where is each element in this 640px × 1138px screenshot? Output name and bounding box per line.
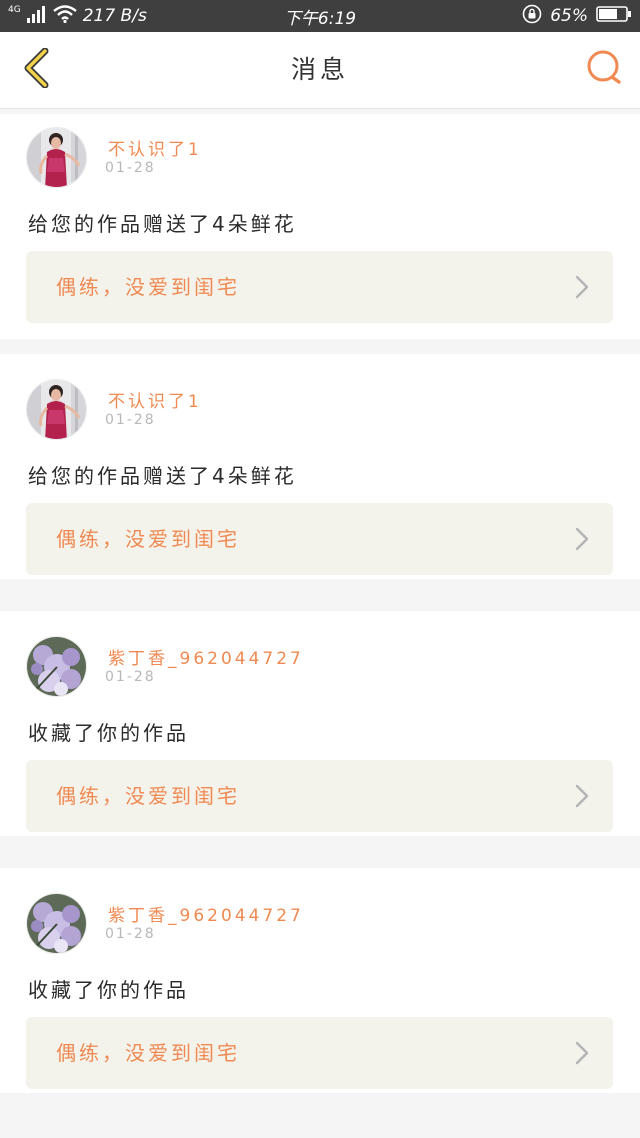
work-title: 偶练，没爱到闺宅 (56, 275, 240, 299)
status-bar: 4G 217 B/s 下午6:19 65% (0, 0, 640, 32)
avatar[interactable] (26, 379, 87, 440)
work-link[interactable]: 偶练，没爱到闺宅 (26, 251, 613, 323)
username[interactable]: 紫丁香_962044727 (108, 901, 304, 926)
work-title: 偶练，没爱到闺宅 (56, 1041, 240, 1065)
network-type: 4G (8, 4, 21, 15)
header: 消息 (0, 32, 640, 109)
notification-message: 给您的作品赠送了4朵鲜花 (28, 464, 297, 488)
qipao-woman-avatar (27, 128, 86, 187)
work-link[interactable]: 偶练，没爱到闺宅 (26, 503, 613, 575)
battery-percent: 65% (550, 6, 588, 26)
lilac-flower-avatar (27, 637, 86, 696)
avatar[interactable] (26, 636, 87, 697)
notification-date: 01-28 (105, 412, 156, 428)
status-left: 4G 217 B/s (8, 0, 147, 32)
notification-date: 01-28 (105, 926, 156, 942)
work-title: 偶练，没爱到闺宅 (56, 527, 240, 551)
chevron-right-icon (575, 275, 589, 299)
username[interactable]: 不认识了1 (108, 387, 202, 412)
search-button[interactable] (580, 46, 628, 94)
lilac-flower-avatar (27, 894, 86, 953)
rotation-lock-icon (522, 4, 542, 29)
notification-card: 紫丁香_962044727 01-28 收藏了你的作品 偶练，没爱到闺宅 (0, 868, 640, 1093)
avatar[interactable] (26, 127, 87, 188)
chevron-right-icon (575, 527, 589, 551)
signal-icon (26, 5, 47, 28)
chevron-right-icon (575, 784, 589, 808)
notification-card: 紫丁香_962044727 01-28 收藏了你的作品 偶练，没爱到闺宅 (0, 611, 640, 836)
notification-message: 给您的作品赠送了4朵鲜花 (28, 212, 297, 236)
username[interactable]: 紫丁香_962044727 (108, 644, 304, 669)
work-link[interactable]: 偶练，没爱到闺宅 (26, 760, 613, 832)
battery-icon (596, 5, 632, 28)
notification-date: 01-28 (105, 160, 156, 176)
page-title: 消息 (290, 55, 349, 84)
work-title: 偶练，没爱到闺宅 (56, 784, 240, 808)
notification-message: 收藏了你的作品 (28, 978, 189, 1002)
search-icon (585, 49, 623, 91)
qipao-woman-avatar (27, 380, 86, 439)
username[interactable]: 不认识了1 (108, 135, 202, 160)
notification-date: 01-28 (105, 669, 156, 685)
status-right: 65% (522, 0, 632, 32)
notification-card: 不认识了1 01-28 给您的作品赠送了4朵鲜花 偶练，没爱到闺宅 (0, 354, 640, 579)
wifi-icon (52, 4, 77, 28)
network-speed: 217 B/s (82, 6, 147, 26)
work-link[interactable]: 偶练，没爱到闺宅 (26, 1017, 613, 1089)
notification-message: 收藏了你的作品 (28, 721, 189, 745)
avatar[interactable] (26, 893, 87, 954)
notification-card: 不认识了1 01-28 给您的作品赠送了4朵鲜花 偶练，没爱到闺宅 (0, 114, 640, 339)
chevron-right-icon (575, 1041, 589, 1065)
clock: 下午6:19 (283, 8, 357, 29)
